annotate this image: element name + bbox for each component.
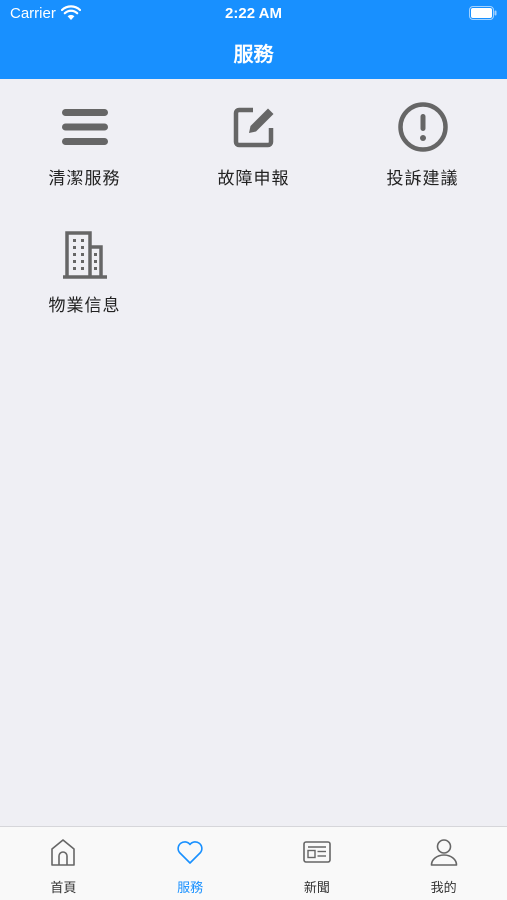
newspaper-icon [303,841,331,863]
tab-label: 新聞 [303,881,330,896]
battery-icon [469,6,497,20]
service-property-info[interactable]: 物業信息 [0,227,169,354]
service-label: 物業信息 [48,296,121,316]
edit-icon [233,107,273,148]
tab-label: 首頁 [50,881,77,896]
status-time: 2:22 AM [225,5,282,22]
tab-home[interactable]: 首頁 [0,827,127,900]
service-label: 清潔服務 [48,169,121,189]
tab-bar: 首頁 服務 新聞 我的 [0,826,507,900]
service-cleaning[interactable]: 清潔服務 [0,100,169,227]
page-title: 服務 [233,42,274,66]
service-complaint[interactable]: 投訴建議 [338,100,507,227]
service-fault-report[interactable]: 故障申報 [169,100,338,227]
user-icon [430,839,457,866]
list-icon [61,109,108,145]
service-label: 故障申報 [217,169,290,189]
app-screen: Carrier 2:22 AM 服務 清潔服務 故障申報 投訴建議 物業信息 首… [0,0,507,900]
tab-label: 服務 [177,881,204,896]
alert-circle-icon [397,102,448,152]
tab-label: 我的 [430,881,457,896]
building-icon [62,231,107,279]
services-content: 清潔服務 故障申報 投訴建議 物業信息 [0,79,507,826]
tab-services[interactable]: 服務 [127,827,254,900]
tab-news[interactable]: 新聞 [254,827,381,900]
heart-icon [177,841,203,864]
header: Carrier 2:22 AM 服務 [0,0,507,79]
services-grid: 清潔服務 故障申報 投訴建議 物業信息 [0,79,507,354]
home-icon [51,839,76,866]
service-label: 投訴建議 [386,169,459,189]
tab-profile[interactable]: 我的 [380,827,507,900]
status-bar: Carrier 2:22 AM [0,0,507,28]
